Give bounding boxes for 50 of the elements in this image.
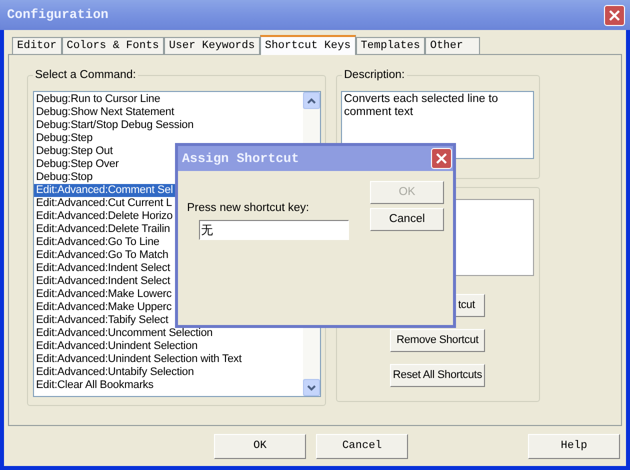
close-icon: [609, 10, 620, 20]
command-item[interactable]: Edit:Clear All Bookmarks: [34, 379, 156, 392]
command-item[interactable]: Edit:Advanced:Make Upperc: [34, 301, 174, 314]
footer-button[interactable]: Cancel: [316, 434, 408, 458]
shortcut-input[interactable]: 无: [199, 220, 349, 240]
tab[interactable]: Editor: [12, 37, 62, 54]
chevron-down-icon: [307, 384, 316, 390]
tab[interactable]: Shortcut Keys: [260, 35, 356, 55]
group-label: Select a Command:: [33, 69, 138, 81]
tab[interactable]: Colors & Fonts: [62, 37, 164, 54]
command-item[interactable]: Edit:Advanced:Delete Horizo: [34, 210, 175, 223]
command-item[interactable]: Debug:Step Out: [34, 145, 115, 158]
command-item[interactable]: Debug:Run to Cursor Line: [34, 93, 162, 106]
command-item[interactable]: Edit:Advanced:Uncomment Selection: [34, 327, 215, 340]
command-item[interactable]: Edit:Advanced:Cut Current L: [34, 197, 174, 210]
command-item[interactable]: Edit:Advanced:Delete Trailin: [34, 223, 172, 236]
command-item[interactable]: Edit:Advanced:Indent Select: [34, 275, 172, 288]
command-item[interactable]: Edit:Advanced:Indent Select: [34, 262, 172, 275]
dialog-title: Assign Shortcut: [182, 150, 300, 168]
footer-button[interactable]: Help: [528, 434, 620, 458]
command-item[interactable]: Debug:Stop: [34, 171, 95, 184]
command-item[interactable]: Edit:Advanced:Untabify Selection: [34, 366, 196, 379]
close-icon: [436, 153, 447, 164]
tab[interactable]: Templates: [356, 37, 426, 54]
command-item[interactable]: Edit:Advanced:Go To Match: [34, 249, 170, 262]
command-item[interactable]: Debug:Step: [34, 132, 95, 145]
window-title: Configuration: [7, 6, 108, 24]
command-item[interactable]: Debug:Start/Stop Debug Session: [34, 119, 196, 132]
command-item[interactable]: Edit:Advanced:Unindent Selection with Text: [34, 353, 244, 366]
scroll-up-button[interactable]: [303, 92, 320, 109]
command-item[interactable]: Edit:Advanced:Tabify Select: [34, 314, 170, 327]
chevron-up-icon: [307, 98, 316, 104]
description-text: Converts each selected line to comment text: [344, 93, 500, 119]
command-item[interactable]: Edit:Advanced:Make Lowerc: [34, 288, 174, 301]
command-item[interactable]: Debug:Step Over: [34, 158, 121, 171]
dialog-button[interactable]: Cancel: [370, 208, 444, 231]
close-button[interactable]: [431, 148, 452, 169]
shortcut-button[interactable]: Remove Shortcut: [390, 329, 485, 352]
close-button[interactable]: [604, 4, 625, 26]
tab[interactable]: User Keywords: [164, 37, 260, 54]
footer-button[interactable]: OK: [214, 434, 306, 458]
command-item[interactable]: Edit:Advanced:Unindent Selection: [34, 340, 200, 353]
prompt-label: Press new shortcut key:: [187, 202, 310, 215]
tab[interactable]: Other: [425, 37, 480, 54]
group-label: Description:: [342, 69, 407, 81]
command-item[interactable]: Debug:Show Next Statement: [34, 106, 176, 119]
command-item[interactable]: Edit:Advanced:Comment Sel: [34, 184, 176, 197]
scroll-down-button[interactable]: [303, 379, 320, 396]
shortcut-button[interactable]: Reset All Shortcuts: [390, 364, 485, 387]
command-item[interactable]: Edit:Advanced:Go To Line: [34, 236, 162, 249]
